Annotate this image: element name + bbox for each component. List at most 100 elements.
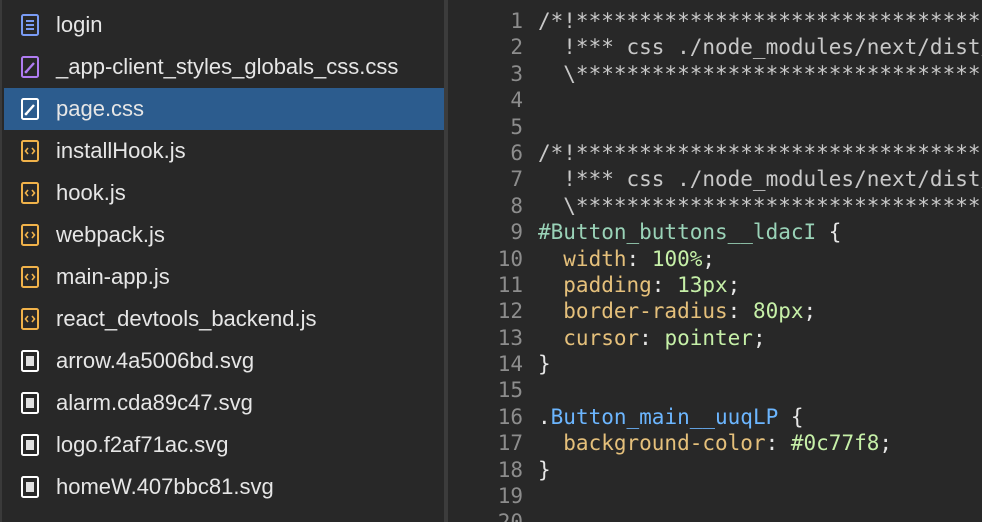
code-text: background-color: #0c77f8; [523,430,892,456]
file-item[interactable]: login [4,4,444,46]
image-icon [21,476,39,498]
code-token: /*!*************************************… [538,140,982,165]
code-line: 8 \*************************************… [448,193,982,219]
file-item[interactable]: hook.js [4,172,444,214]
code-token: } [538,352,551,377]
code-line: 3 \*************************************… [448,61,982,87]
code-line: 16 .Button_main__uuqLP { [448,404,982,430]
line-number[interactable]: 2 [448,34,523,60]
code-text: \***************************************… [523,193,982,219]
file-name: react_devtools_backend.js [56,306,317,331]
code-text: \***************************************… [523,61,982,87]
line-number[interactable]: 15 [448,377,523,403]
code-line: 12 border-radius: 80px; [448,298,982,324]
code-token: #Button_buttons__ldacI [538,220,817,245]
stylesheet-icon [21,98,39,120]
line-number[interactable]: 16 [448,404,523,430]
file-item[interactable]: homeW.407bbc81.svg [4,466,444,508]
file-item[interactable]: _app-client_styles_globals_css.css [4,46,444,88]
code-text: /*!*************************************… [523,140,982,166]
code-token: : [639,325,665,350]
code-text: } [523,351,551,377]
code-line: 19 [448,483,982,509]
line-number[interactable]: 17 [448,430,523,456]
code-line: 5 [448,114,982,140]
line-number[interactable]: 8 [448,193,523,219]
file-item[interactable]: alarm.cda89c47.svg [4,382,444,424]
line-number[interactable]: 3 [448,61,523,87]
code-token: !*** css ./node_modules/next/dist/build [563,35,982,60]
code-line: 1 /*!************************************… [448,8,982,34]
code-text: /*!*************************************… [523,8,982,34]
file-name: hook.js [56,180,126,205]
code-line: 18} [448,457,982,483]
line-number[interactable]: 4 [448,87,523,113]
code-text: cursor: pointer; [523,325,765,351]
line-number[interactable]: 9 [448,219,523,245]
code-token: : [626,246,652,271]
sources-panel: login _app-client_styles_globals_css.cssp… [0,0,982,522]
code-token: \***************************************… [563,61,982,86]
image-icon [21,392,39,414]
line-number[interactable]: 20 [448,509,523,522]
line-number[interactable]: 5 [448,114,523,140]
file-name: login [56,12,103,37]
code-line: 7 !*** css ./node_modules/next/dist/buil… [448,166,982,192]
code-text: #Button_buttons__ldacI { [523,219,841,245]
code-text: !*** css ./node_modules/next/dist/build [523,34,982,60]
line-number[interactable]: 13 [448,325,523,351]
code-text: padding: 13px; [523,272,740,298]
file-navigator: login _app-client_styles_globals_css.cssp… [0,0,444,522]
file-name: webpack.js [56,222,165,247]
line-number[interactable]: 14 [448,351,523,377]
code-token: /*!*************************************… [538,9,982,33]
file-item[interactable]: react_devtools_backend.js [4,298,444,340]
code-token: . [538,404,551,429]
file-name: arrow.4a5006bd.svg [56,348,255,373]
code-line: 15 [448,377,982,403]
line-number[interactable]: 7 [448,166,523,192]
code-token: #0c77f8 [790,431,880,456]
code-lines: 1 /*!************************************… [448,8,982,522]
code-token: { [816,220,842,245]
image-icon [21,350,39,372]
file-item[interactable]: webpack.js [4,214,444,256]
code-line: 11 padding: 13px; [448,272,982,298]
line-number[interactable]: 11 [448,272,523,298]
code-token: \***************************************… [563,193,982,218]
file-item[interactable]: installHook.js [4,130,444,172]
file-item[interactable]: main-app.js [4,256,444,298]
script-icon [21,140,39,162]
line-number[interactable]: 19 [448,483,523,509]
code-token: cursor [538,325,640,350]
code-line: 20 [448,509,982,522]
file-item[interactable]: arrow.4a5006bd.svg [4,340,444,382]
file-name: alarm.cda89c47.svg [56,390,253,415]
code-editor[interactable]: 1 /*!************************************… [448,0,982,522]
script-icon [21,182,39,204]
code-token: : [651,272,678,297]
code-token: background-color [538,431,766,456]
line-number[interactable]: 1 [448,8,523,34]
line-number[interactable]: 12 [448,298,523,324]
code-token: : [765,431,791,456]
line-number[interactable]: 18 [448,457,523,483]
line-number[interactable]: 10 [448,246,523,272]
file-item[interactable]: page.css [4,88,444,130]
file-list: login _app-client_styles_globals_css.cssp… [4,4,444,508]
code-text: !*** css ./node_modules/next/dist/build [523,166,982,192]
code-token: ; [727,272,741,297]
code-token: { [778,404,804,429]
script-icon [21,308,39,330]
file-name: _app-client_styles_globals_css.css [56,54,399,79]
file-item[interactable]: logo.f2af71ac.svg [4,424,444,466]
file-name: main-app.js [56,264,170,289]
code-text: border-radius: 80px; [523,298,816,324]
code-line: 4 [448,87,982,113]
file-name: page.css [56,96,145,121]
code-token: 80px [752,299,804,324]
line-number[interactable]: 6 [448,140,523,166]
code-token: } [538,457,551,482]
